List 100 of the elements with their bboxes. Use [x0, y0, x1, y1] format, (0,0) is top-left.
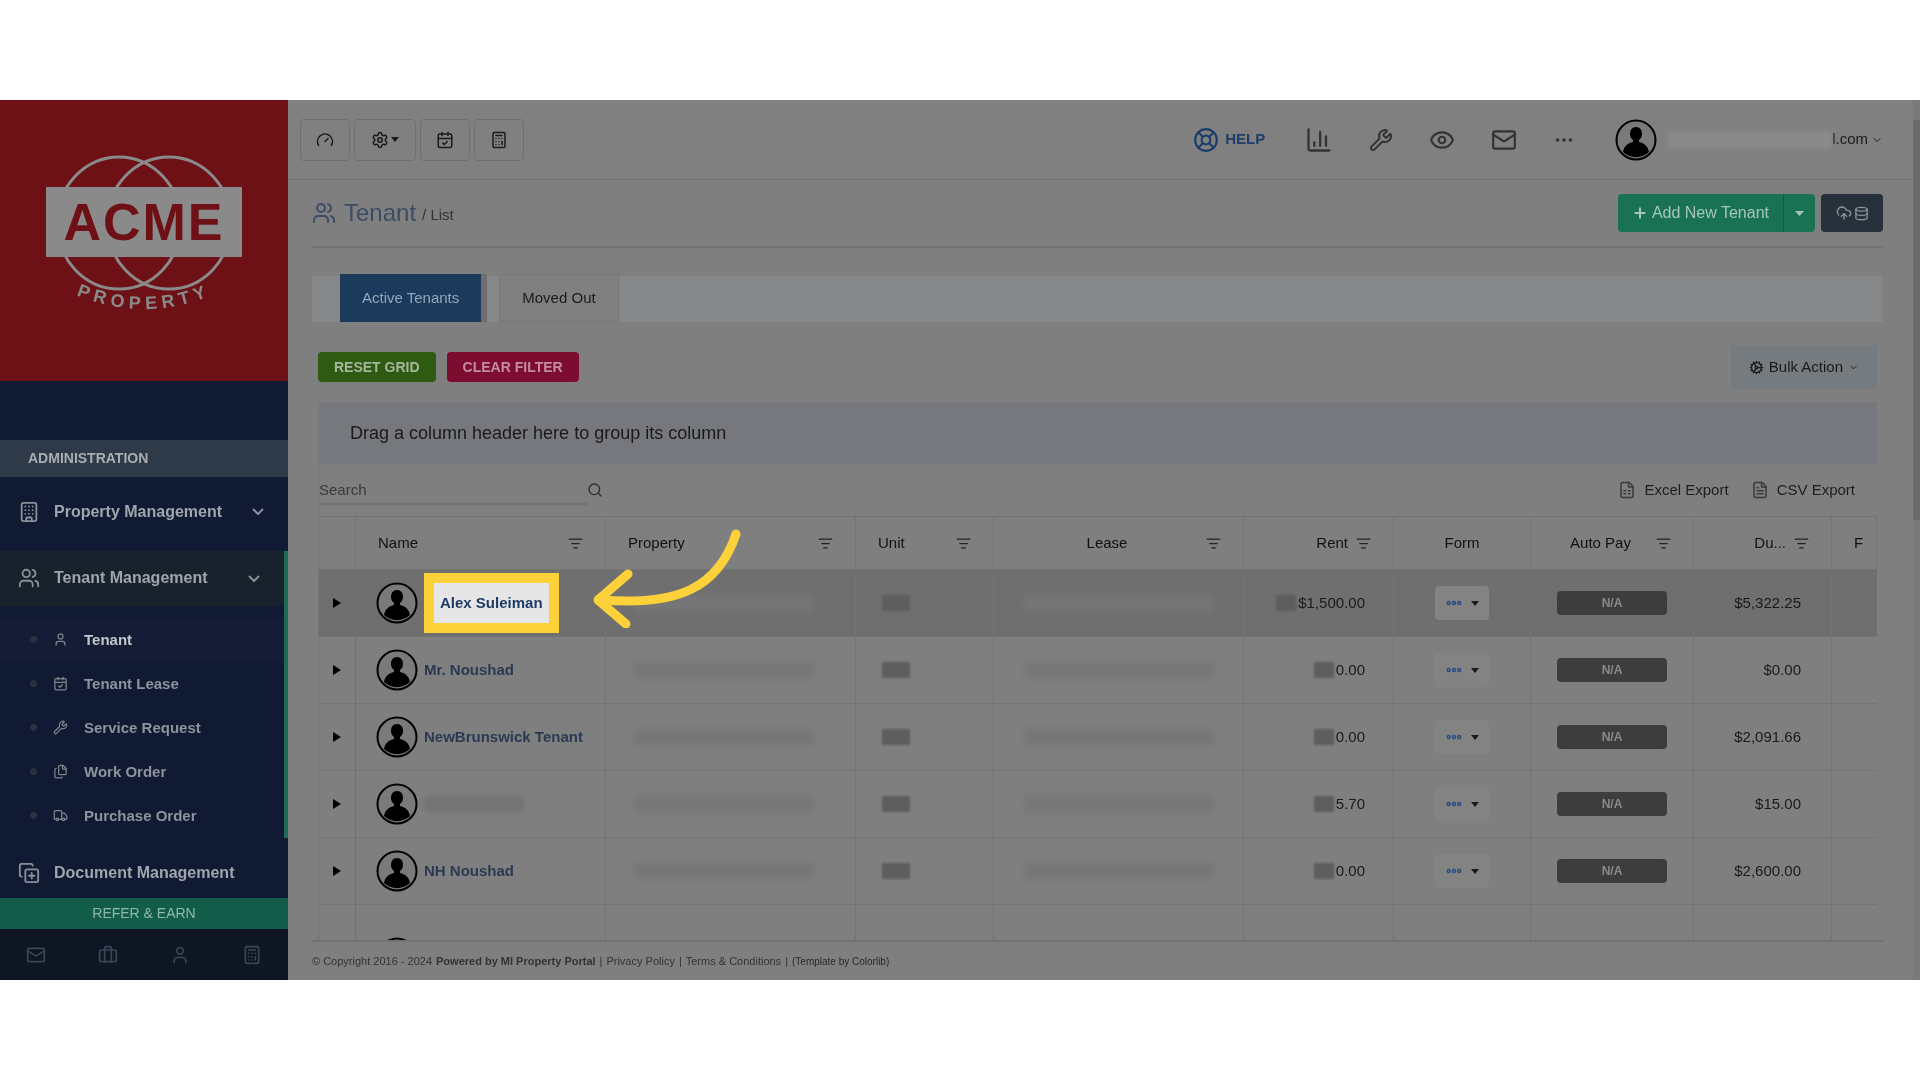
briefcase-icon[interactable]	[98, 944, 118, 965]
form-menu-button[interactable]	[1435, 720, 1489, 754]
file-icon	[1750, 481, 1769, 499]
footer-link[interactable]: Terms & Conditions	[685, 952, 782, 970]
filter-icon[interactable]	[1794, 535, 1809, 551]
refer-earn-button[interactable]: REFER & EARN	[0, 897, 288, 930]
wrench-icon[interactable]	[1369, 127, 1394, 152]
column-header[interactable]: F	[1832, 517, 1877, 569]
redacted-text	[882, 729, 910, 745]
plus-icon	[1631, 205, 1648, 221]
submenu-item[interactable]: Purchase Order	[0, 793, 284, 838]
submenu-label: Tenant Lease	[84, 673, 179, 694]
cloud-upload-icon	[1835, 205, 1852, 221]
chevron-down-icon	[252, 508, 264, 516]
expand-caret-icon[interactable]	[332, 597, 342, 609]
redacted-text	[882, 863, 910, 879]
column-title: F	[1854, 532, 1864, 553]
caret-icon	[1471, 801, 1479, 807]
column-title: Name	[378, 532, 418, 553]
due-amount: $5,322.25	[1734, 592, 1801, 613]
footer-link[interactable]: Privacy Policy	[606, 952, 675, 970]
submenu-item[interactable]: Work Order	[0, 749, 284, 794]
filter-icon[interactable]	[818, 535, 833, 551]
avatar-silhouette-icon	[376, 850, 418, 892]
column-title: Form	[1444, 532, 1480, 553]
tab[interactable]: Active Tenants	[340, 274, 488, 322]
submenu-item[interactable]: Tenant Lease	[0, 661, 284, 706]
tab[interactable]: Moved Out	[499, 274, 619, 322]
reset-grid-button[interactable]: RESET GRID	[318, 352, 436, 382]
form-menu-button[interactable]	[1435, 787, 1489, 821]
dashboard-button[interactable]	[300, 118, 350, 161]
submenu-item[interactable]: Tenant	[0, 617, 284, 662]
avatar-silhouette-icon	[376, 649, 418, 691]
column-header[interactable]: Lease	[994, 517, 1244, 569]
expand-caret-icon[interactable]	[332, 664, 342, 676]
import-button[interactable]	[1821, 194, 1883, 232]
menu-label: Property Management	[54, 501, 224, 522]
avatar-silhouette-icon	[376, 582, 418, 624]
submenu-icon	[53, 720, 68, 736]
rent-amount: 0.00	[1335, 726, 1365, 747]
form-menu-button[interactable]	[1435, 653, 1489, 687]
column-header[interactable]: Rent	[1244, 517, 1394, 569]
users-icon	[312, 201, 336, 225]
powered-by-link[interactable]: Powered by MI Property Portal	[436, 952, 596, 970]
column-header[interactable]: Du...	[1694, 517, 1832, 569]
sidebar-menu-item[interactable]: Property Management	[0, 486, 288, 537]
column-header[interactable]: Form	[1394, 517, 1531, 569]
due-amount: $15.00	[1755, 793, 1801, 814]
calculator-button[interactable]	[474, 118, 524, 161]
column-header[interactable]: Name	[356, 517, 606, 569]
sidebar-menu-item[interactable]: Tenant Management	[0, 550, 288, 606]
form-menu-button[interactable]	[1435, 854, 1489, 888]
menu-icon	[18, 861, 40, 884]
breadcrumb: / List	[422, 204, 454, 225]
clear-filter-button[interactable]: CLEAR FILTER	[446, 352, 579, 382]
settings-icon	[371, 130, 389, 149]
settings-dropdown-button[interactable]	[354, 118, 416, 161]
calendar-button[interactable]	[420, 118, 470, 161]
database-icon	[1853, 205, 1869, 221]
form-menu-button[interactable]	[1435, 586, 1489, 620]
submenu-item[interactable]: Service Request	[0, 705, 284, 750]
column-header[interactable]: Auto Pay	[1531, 517, 1694, 569]
column-title: Auto Pay	[1569, 532, 1632, 553]
logo-subtitle: PROPERTY	[74, 280, 214, 314]
column-header[interactable]: Property	[606, 517, 856, 569]
filter-icon[interactable]	[1356, 535, 1371, 551]
sidebar-menu-item[interactable]: Document Management	[0, 847, 288, 898]
section-header: ADMINISTRATION	[0, 439, 288, 477]
rent-amount: 0.00	[1335, 860, 1365, 881]
filter-icon[interactable]	[1656, 535, 1671, 551]
separator: |	[678, 953, 682, 969]
filter-icon[interactable]	[1206, 535, 1221, 551]
help-link[interactable]: HELP	[1193, 126, 1266, 153]
lifebuoy-icon	[1193, 126, 1220, 153]
expand-caret-icon[interactable]	[332, 865, 342, 877]
bar-chart-icon[interactable]	[1305, 125, 1334, 154]
tenant-name-link[interactable]: Mr. Noushad	[424, 661, 514, 678]
separator: |	[599, 953, 603, 969]
column-title: Lease	[1085, 532, 1129, 553]
rent-amount: 0.00	[1335, 659, 1365, 680]
expand-caret-icon[interactable]	[332, 731, 342, 743]
user-icon[interactable]	[170, 944, 190, 965]
filter-icon[interactable]	[568, 535, 583, 551]
export-link[interactable]: CSV Export	[1750, 478, 1855, 502]
expand-caret-icon[interactable]	[332, 798, 342, 810]
caret-icon	[391, 137, 399, 142]
tenant-name-link[interactable]: NH Noushad	[424, 862, 514, 879]
menu-label: Tenant Management	[54, 568, 209, 589]
search-field[interactable]: Search	[319, 475, 587, 505]
tenant-name-link[interactable]: NewBrunswick Tenant	[424, 728, 583, 745]
caret-icon	[1795, 210, 1804, 216]
bulk-action-button[interactable]: Bulk Action	[1730, 345, 1877, 389]
calculator-icon	[490, 130, 508, 149]
calendar-check-icon	[436, 130, 454, 149]
export-link[interactable]: Excel Export	[1618, 478, 1729, 502]
calculator-icon[interactable]	[242, 944, 262, 965]
column-header[interactable]: Unit	[856, 517, 994, 569]
cogs-icon	[1748, 359, 1764, 375]
filter-icon[interactable]	[956, 535, 971, 551]
user-email[interactable]: l.com	[1832, 128, 1868, 151]
